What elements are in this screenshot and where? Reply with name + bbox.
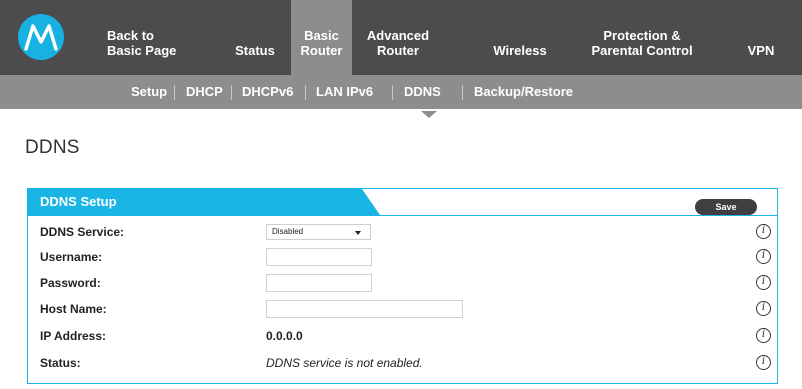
nav-back-to-basic-page[interactable]: Back to Basic Page: [107, 0, 187, 75]
form-row-ip-address: IP Address: 0.0.0.0 i: [28, 324, 777, 348]
dropdown-caret-icon: [355, 231, 361, 235]
ddns-service-label: DDNS Service:: [40, 225, 125, 239]
nav-basic-router[interactable]: Basic Router: [291, 0, 352, 75]
subnav-backup-restore[interactable]: Backup/Restore: [474, 75, 573, 109]
nav-vpn[interactable]: VPN: [736, 0, 786, 75]
form-row-username: Username: i: [28, 245, 777, 269]
nav-protection-parental-control[interactable]: Protection & Parental Control: [578, 0, 706, 75]
panel-header-tab: DDNS Setup: [28, 189, 380, 215]
ddns-service-select[interactable]: Disabled: [266, 224, 371, 240]
status-value: DDNS service is not enabled.: [266, 356, 423, 370]
ip-address-value: 0.0.0.0: [266, 329, 303, 343]
host-name-input[interactable]: [266, 300, 463, 318]
top-navigation-bar: Back to Basic Page Status Basic Router A…: [0, 0, 802, 75]
info-icon[interactable]: i: [756, 224, 771, 239]
subnav-ddns[interactable]: DDNS: [404, 75, 441, 109]
username-label: Username:: [40, 250, 103, 264]
form-row-host-name: Host Name: i: [28, 297, 777, 321]
nav-wireless[interactable]: Wireless: [480, 0, 560, 75]
subnav-divider: [462, 85, 463, 100]
username-input[interactable]: [266, 248, 372, 266]
info-icon[interactable]: i: [756, 301, 771, 316]
info-icon[interactable]: i: [756, 249, 771, 264]
ip-address-label: IP Address:: [40, 329, 107, 343]
active-tab-caret-icon: [421, 111, 437, 118]
save-button[interactable]: Save: [695, 199, 757, 215]
page-title: DDNS: [25, 137, 80, 158]
info-icon[interactable]: i: [756, 275, 771, 290]
subnav-lan-ipv6[interactable]: LAN IPv6: [316, 75, 373, 109]
ddns-setup-panel: DDNS Setup Save DDNS Service: Disabled i…: [27, 188, 778, 384]
form-row-ddns-service: DDNS Service: Disabled i: [28, 220, 777, 244]
subnav-divider: [392, 85, 393, 100]
info-icon[interactable]: i: [756, 355, 771, 370]
password-input[interactable]: [266, 274, 372, 292]
subnav-divider: [231, 85, 232, 100]
panel-header-rule: [28, 215, 777, 216]
form-row-password: Password: i: [28, 271, 777, 295]
nav-advanced-router[interactable]: Advanced Router: [358, 0, 438, 75]
subnav-setup[interactable]: Setup: [131, 75, 167, 109]
subnav-dhcp[interactable]: DHCP: [186, 75, 223, 109]
subnav-divider: [174, 85, 175, 100]
status-label: Status:: [40, 356, 81, 370]
panel-title: DDNS Setup: [40, 194, 117, 209]
subnav-divider: [305, 85, 306, 100]
info-icon[interactable]: i: [756, 328, 771, 343]
password-label: Password:: [40, 276, 101, 290]
ddns-service-selected-value: Disabled: [272, 227, 304, 236]
form-row-status: Status: DDNS service is not enabled. i: [28, 351, 777, 375]
subnav-dhcpv6[interactable]: DHCPv6: [242, 75, 293, 109]
motorola-logo-icon[interactable]: [18, 14, 64, 60]
host-name-label: Host Name:: [40, 302, 107, 316]
nav-status[interactable]: Status: [222, 0, 288, 75]
sub-navigation-bar: Setup DHCP DHCPv6 LAN IPv6 DDNS Backup/R…: [0, 75, 802, 109]
